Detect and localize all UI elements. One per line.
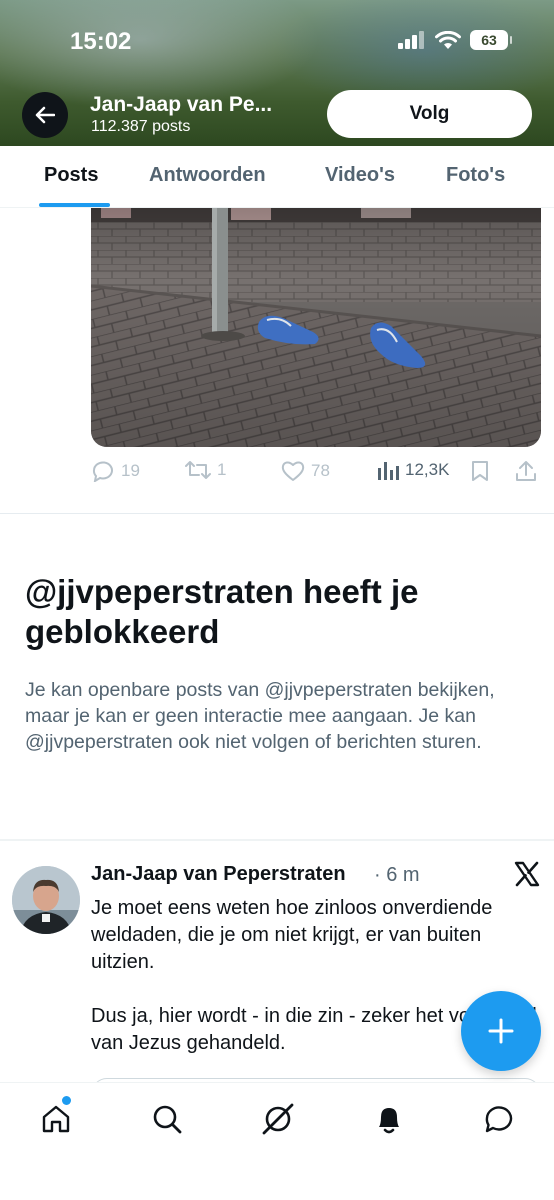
status-icons: 63 [398, 30, 512, 50]
tab-posts[interactable]: Posts [44, 164, 98, 187]
tab-videos[interactable]: Video's [325, 164, 395, 187]
post-author-name[interactable]: Jan-Jaap van Peperstraten [91, 863, 346, 886]
shoes-photo-illustration [91, 208, 541, 447]
heart-icon [281, 461, 305, 481]
battery-icon: 63 [470, 30, 512, 50]
view-count: 12,3K [405, 460, 450, 479]
like-count: 78 [311, 461, 330, 480]
like-button[interactable]: 78 [281, 460, 330, 482]
views-icon [378, 462, 399, 480]
nav-messages[interactable] [479, 1099, 519, 1139]
post-divider [0, 513, 554, 514]
reply-count: 19 [121, 461, 140, 480]
post-media-photo[interactable] [91, 208, 541, 447]
share-icon [516, 461, 536, 481]
share-button[interactable] [515, 460, 537, 482]
cellular-signal-icon [398, 31, 424, 49]
wifi-icon [435, 30, 461, 49]
post-count: 112.387 posts [91, 118, 191, 135]
status-time: 15:02 [70, 28, 132, 55]
post-actions: 19 1 78 12,3K [91, 454, 541, 490]
views-button[interactable]: 12,3K [377, 460, 449, 480]
unread-dot [62, 1096, 71, 1105]
profile-name: Jan-Jaap van Pe... [90, 93, 273, 116]
repost-count: 1 [217, 460, 227, 479]
nav-search[interactable] [147, 1099, 187, 1139]
follow-button[interactable]: Volg [327, 90, 532, 138]
nav-grok[interactable] [258, 1099, 298, 1139]
x-logo-icon [514, 861, 540, 887]
arrow-left-icon [35, 106, 55, 124]
messages-icon [485, 1106, 513, 1133]
compose-button[interactable] [461, 991, 541, 1071]
bookmark-button[interactable] [471, 460, 489, 482]
profile-tabs: Posts Antwoorden Video's Foto's [0, 146, 554, 208]
bottom-navigation [0, 1082, 554, 1200]
home-icon [42, 1105, 70, 1133]
nav-notifications[interactable] [369, 1099, 409, 1139]
profile-header: 15:02 63 Jan-Jaap van Pe... 112.387 post… [0, 0, 554, 146]
section-divider [0, 839, 554, 841]
repost-icon [185, 461, 211, 479]
active-tab-indicator [39, 203, 110, 207]
bookmark-icon [472, 461, 488, 481]
tab-replies[interactable]: Antwoorden [149, 164, 266, 187]
grok-icon [262, 1103, 294, 1135]
avatar[interactable] [12, 866, 80, 934]
nav-home[interactable] [36, 1099, 76, 1139]
avatar-portrait [12, 866, 80, 934]
search-icon [153, 1105, 182, 1134]
tab-photos[interactable]: Foto's [446, 164, 505, 187]
post-timestamp: · 6 m [374, 864, 420, 886]
post-paragraph: Je moet eens weten hoe zinloos onverdien… [91, 897, 493, 973]
back-button[interactable] [22, 92, 68, 138]
reply-icon [92, 461, 113, 482]
blocked-description: Je kan openbare posts van @jjvpeperstrat… [25, 679, 495, 753]
repost-button[interactable]: 1 [185, 460, 226, 480]
reply-button[interactable]: 19 [91, 460, 140, 482]
plus-icon [488, 1018, 514, 1044]
notifications-icon [379, 1108, 399, 1134]
blocked-title: @jjvpeperstraten heeft je geblokkeerd [25, 573, 419, 650]
